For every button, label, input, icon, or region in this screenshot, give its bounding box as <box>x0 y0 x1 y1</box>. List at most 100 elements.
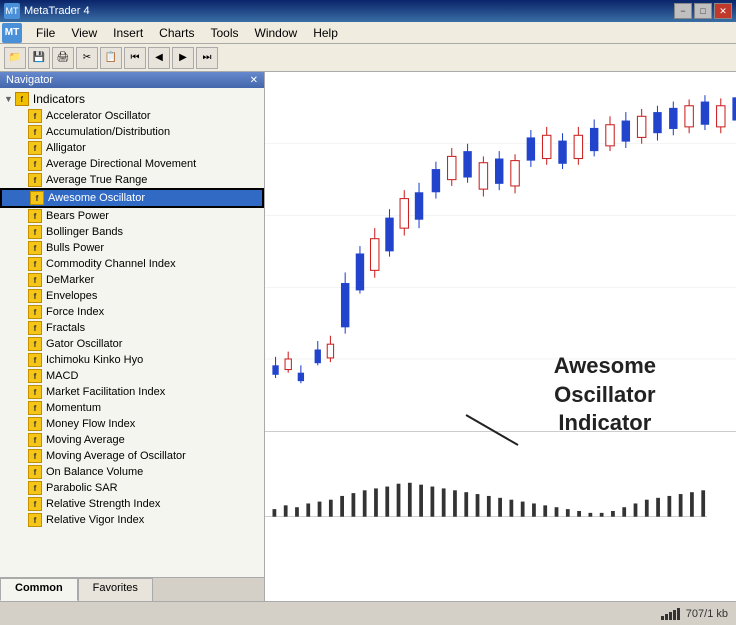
indicator-icon: f <box>28 337 42 351</box>
list-item-cci[interactable]: f Commodity Channel Index <box>0 256 264 272</box>
indicator-icon: f <box>28 353 42 367</box>
bar3 <box>669 612 672 620</box>
list-item-accumulation[interactable]: f Accumulation/Distribution <box>0 124 264 140</box>
tab-common[interactable]: Common <box>0 578 78 601</box>
chart-area: Double Click <box>265 72 736 601</box>
toolbar-btn-8[interactable]: ▶ <box>172 47 194 69</box>
toolbar-btn-4[interactable]: ✂ <box>76 47 98 69</box>
menu-tools[interactable]: Tools <box>203 24 247 42</box>
minimize-button[interactable]: − <box>674 3 692 19</box>
item-label-atr: Average True Range <box>46 174 147 186</box>
toolbar-btn-9[interactable]: ⏭ <box>196 47 218 69</box>
indicator-icon: f <box>28 257 42 271</box>
toolbar-btn-7[interactable]: ◀ <box>148 47 170 69</box>
list-item-rsi[interactable]: f Relative Strength Index <box>0 496 264 512</box>
navigator-title: Navigator <box>6 74 53 86</box>
list-item-envelopes[interactable]: f Envelopes <box>0 288 264 304</box>
oscillator-chart <box>265 432 707 601</box>
item-label-macd: MACD <box>46 370 78 382</box>
list-item-adm[interactable]: f Average Directional Movement <box>0 156 264 172</box>
item-label-cci: Commodity Channel Index <box>46 258 176 270</box>
bar5 <box>677 608 680 620</box>
list-item-mfi[interactable]: f Market Facilitation Index <box>0 384 264 400</box>
toolbar-btn-1[interactable]: 📁 <box>4 47 26 69</box>
status-text: 707/1 kb <box>686 608 728 620</box>
item-label-accelerator: Accelerator Oscillator <box>46 110 151 122</box>
toolbar-btn-2[interactable]: 💾 <box>28 47 50 69</box>
list-item-psar[interactable]: f Parabolic SAR <box>0 480 264 496</box>
menu-help[interactable]: Help <box>305 24 346 42</box>
menu-insert[interactable]: Insert <box>105 24 151 42</box>
list-item-momentum[interactable]: f Momentum <box>0 400 264 416</box>
indicator-icon: f <box>28 497 42 511</box>
list-item-accelerator[interactable]: f Accelerator Oscillator <box>0 108 264 124</box>
list-item-bears[interactable]: f Bears Power <box>0 208 264 224</box>
list-item-demarker[interactable]: f DeMarker <box>0 272 264 288</box>
indicator-icon: f <box>28 369 42 383</box>
list-item-bollinger[interactable]: f Bollinger Bands <box>0 224 264 240</box>
item-label-mfi: Market Facilitation Index <box>46 386 165 398</box>
list-item-ichimoku[interactable]: f Ichimoku Kinko Hyo <box>0 352 264 368</box>
indicator-icon: f <box>28 481 42 495</box>
navigator-header: Navigator ✕ <box>0 72 264 88</box>
bar2 <box>665 614 668 620</box>
indicator-icon: f <box>28 305 42 319</box>
item-label-ichimoku: Ichimoku Kinko Hyo <box>46 354 143 366</box>
indicator-icon: f <box>28 241 42 255</box>
close-button[interactable]: ✕ <box>714 3 732 19</box>
indicator-icon: f <box>28 401 42 415</box>
indicator-icon: f <box>28 141 42 155</box>
list-item-mao[interactable]: f Moving Average of Oscillator <box>0 448 264 464</box>
title-bar-title: MetaTrader 4 <box>24 5 90 17</box>
item-label-alligator: Alligator <box>46 142 86 154</box>
menu-file[interactable]: File <box>28 24 63 42</box>
indicators-root-label: Indicators <box>33 92 85 106</box>
item-label-bears: Bears Power <box>46 210 109 222</box>
list-item-alligator[interactable]: f Alligator <box>0 140 264 156</box>
app-icon: MT <box>4 3 20 19</box>
tree-root-indicators[interactable]: ▼ f Indicators <box>0 90 264 108</box>
navigator-tree[interactable]: ▼ f Indicators f Accelerator Oscillator … <box>0 88 264 577</box>
item-label-awesome: Awesome Oscillator <box>48 192 145 204</box>
list-item-moneyflow[interactable]: f Money Flow Index <box>0 416 264 432</box>
title-bar-controls[interactable]: − □ ✕ <box>674 3 732 19</box>
list-item-bulls[interactable]: f Bulls Power <box>0 240 264 256</box>
list-item-obv[interactable]: f On Balance Volume <box>0 464 264 480</box>
item-label-moneyflow: Money Flow Index <box>46 418 135 430</box>
list-item-ma[interactable]: f Moving Average <box>0 432 264 448</box>
navigator-close[interactable]: ✕ <box>250 75 258 86</box>
item-label-fractals: Fractals <box>46 322 85 334</box>
title-bar: MT MetaTrader 4 − □ ✕ <box>0 0 736 22</box>
maximize-button[interactable]: □ <box>694 3 712 19</box>
item-label-ma: Moving Average <box>46 434 125 446</box>
title-bar-left: MT MetaTrader 4 <box>4 3 90 19</box>
tab-favorites[interactable]: Favorites <box>78 578 153 601</box>
bar4 <box>673 610 676 620</box>
list-item-fractals[interactable]: f Fractals <box>0 320 264 336</box>
list-item-rvi[interactable]: f Relative Vigor Index <box>0 512 264 528</box>
indicator-icon: f <box>28 225 42 239</box>
main-area: Navigator ✕ ▼ f Indicators f Accelerator… <box>0 72 736 601</box>
indicator-icon: f <box>28 157 42 171</box>
menu-charts[interactable]: Charts <box>151 24 202 42</box>
status-bar: 707/1 kb <box>0 601 736 625</box>
indicator-icon: f <box>28 125 42 139</box>
list-item-gator[interactable]: f Gator Oscillator <box>0 336 264 352</box>
item-label-envelopes: Envelopes <box>46 290 97 302</box>
menu-window[interactable]: Window <box>247 24 306 42</box>
indicator-icon: f <box>28 449 42 463</box>
indicator-icon: f <box>28 209 42 223</box>
list-item-atr[interactable]: f Average True Range <box>0 172 264 188</box>
toolbar-btn-3[interactable]: 🖨 <box>52 47 74 69</box>
toolbar-btn-5[interactable]: 📋 <box>100 47 122 69</box>
item-label-demarker: DeMarker <box>46 274 94 286</box>
list-item-macd[interactable]: f MACD <box>0 368 264 384</box>
list-item-awesome[interactable]: f Awesome Oscillator <box>0 188 264 208</box>
indicator-icon: f <box>28 109 42 123</box>
toolbar-btn-6[interactable]: ⏮ <box>124 47 146 69</box>
menu-view[interactable]: View <box>63 24 105 42</box>
indicator-icon: f <box>28 385 42 399</box>
candlestick-chart <box>265 72 736 432</box>
list-item-force[interactable]: f Force Index <box>0 304 264 320</box>
menu-bar: MT File View Insert Charts Tools Window … <box>0 22 736 44</box>
